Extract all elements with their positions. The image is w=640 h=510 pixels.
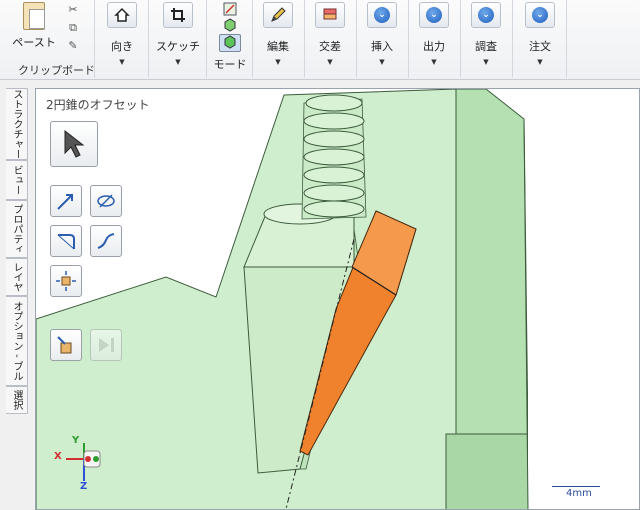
sweep-arrow-icon <box>97 233 115 249</box>
group-divider <box>460 0 461 78</box>
chevron-down-icon: ▼ <box>327 58 333 66</box>
output-label: 出力 <box>423 40 445 53</box>
group-divider <box>206 0 207 78</box>
tab-view-label: ビュー <box>11 165 22 195</box>
home-icon <box>107 2 137 28</box>
ribbon-toolbar: ペースト ✂ ⧉ ✎ クリップボード 向き ▼ スケッチ ▼ モード 編集 ▼ … <box>0 0 640 80</box>
next-step-tool[interactable] <box>90 329 122 361</box>
group-divider <box>566 0 567 78</box>
combine-tool[interactable] <box>90 225 122 257</box>
move-orbit-icon <box>97 194 115 208</box>
paste-button[interactable]: ペースト <box>6 0 62 60</box>
circle-arrow-icon: ⌄ <box>471 2 501 28</box>
axis-y-label: Y <box>72 435 80 446</box>
scissors-icon[interactable]: ✂ <box>66 4 80 16</box>
mode-label: モード <box>213 58 247 71</box>
model-render[interactable] <box>36 89 640 510</box>
sketch-button[interactable]: スケッチ ▼ <box>154 0 202 78</box>
tab-view[interactable]: ビュー <box>6 160 28 200</box>
sketch-label: スケッチ <box>156 40 200 53</box>
pointer-arrow-icon <box>64 129 85 158</box>
side-tab-strip: ストラクチャー ビュー プロパティ レイヤ オプション - ブル 選択 <box>6 88 28 414</box>
order-button[interactable]: ⌄ 注文 ▼ <box>518 0 562 78</box>
tab-selection[interactable]: 選択 <box>6 386 28 414</box>
chevron-down-icon: ▼ <box>483 58 489 66</box>
tab-layers-label: レイヤ <box>11 262 22 292</box>
mode-solid-icon[interactable] <box>219 34 241 52</box>
inspect-button[interactable]: ⌄ 調査 ▼ <box>464 0 508 78</box>
tab-selection-label: 選択 <box>11 390 22 410</box>
thread-rings <box>301 94 367 220</box>
select-tool[interactable] <box>50 121 98 167</box>
axis-z-label: Z <box>80 481 88 492</box>
group-divider <box>512 0 513 78</box>
play-next-icon <box>99 338 114 352</box>
intersect-icon <box>315 2 345 28</box>
pencil-edit-icon <box>263 2 293 28</box>
group-divider <box>408 0 409 78</box>
tab-layers[interactable]: レイヤ <box>6 258 28 296</box>
chevron-down-icon: ▼ <box>431 58 437 66</box>
tab-properties-label: プロパティ <box>11 204 22 254</box>
pull-tool[interactable] <box>50 185 82 217</box>
insert-button[interactable]: ⌄ 挿入 ▼ <box>360 0 404 78</box>
group-divider <box>148 0 149 78</box>
tweak-tool[interactable] <box>50 329 82 361</box>
inspect-label: 調査 <box>475 40 497 53</box>
circle-arrow-icon: ⌄ <box>419 2 449 28</box>
pull-arrow-icon <box>57 194 73 210</box>
circle-arrow-icon: ⌄ <box>367 2 397 28</box>
tab-structure-label: ストラクチャー <box>11 89 22 159</box>
mode-button[interactable]: モード <box>210 0 250 78</box>
fillet-icon <box>57 234 75 250</box>
paste-label: ペースト <box>12 36 56 49</box>
intersect-button[interactable]: 交差 ▼ <box>308 0 352 78</box>
circle-arrow-icon: ⌄ <box>525 2 555 28</box>
mode-sketch-icon[interactable] <box>210 2 250 16</box>
chevron-down-icon: ▼ <box>275 58 281 66</box>
move-tool[interactable] <box>90 185 122 217</box>
orient-button[interactable]: 向き ▼ <box>100 0 144 78</box>
clipboard-icon <box>23 2 45 30</box>
scale-bar <box>552 486 600 487</box>
intersect-label: 交差 <box>319 40 341 53</box>
group-divider <box>252 0 253 78</box>
axis-triad[interactable]: Y X Z <box>54 435 114 497</box>
chevron-down-icon: ▼ <box>119 58 125 66</box>
mode-section-icon[interactable] <box>210 18 250 34</box>
clipboard-group-label: クリップボード <box>18 64 95 77</box>
order-label: 注文 <box>529 40 551 53</box>
format-painter-icon[interactable]: ✎ <box>66 40 80 52</box>
axis-x-label: X <box>54 451 62 462</box>
box-pull-icon <box>57 336 72 354</box>
insert-label: 挿入 <box>371 40 393 53</box>
group-divider <box>304 0 305 78</box>
group-divider <box>356 0 357 78</box>
fill-tool[interactable] <box>50 225 82 257</box>
crop-sketch-icon <box>163 2 193 28</box>
viewport-title: 2円錐のオフセット <box>46 98 150 112</box>
tab-structure[interactable]: ストラクチャー <box>6 88 28 160</box>
orient-label: 向き <box>111 40 133 53</box>
edit-label: 編集 <box>267 40 289 53</box>
chevron-down-icon: ▼ <box>379 58 385 66</box>
copy-icon[interactable]: ⧉ <box>66 22 80 34</box>
chevron-down-icon: ▼ <box>537 58 543 66</box>
blend-tool[interactable] <box>50 265 82 297</box>
3d-viewport[interactable]: 2円錐のオフセット Y X Z 4mm <box>35 88 640 510</box>
tab-options-label: オプション - ブル <box>11 301 22 381</box>
scale-label: 4mm <box>566 488 592 499</box>
chevron-down-icon: ▼ <box>175 58 181 66</box>
tab-properties[interactable]: プロパティ <box>6 200 28 258</box>
edit-button[interactable]: 編集 ▼ <box>256 0 300 78</box>
box-explode-icon <box>56 271 76 291</box>
tab-options[interactable]: オプション - ブル <box>6 296 28 386</box>
output-button[interactable]: ⌄ 出力 ▼ <box>412 0 456 78</box>
group-divider <box>94 0 95 78</box>
